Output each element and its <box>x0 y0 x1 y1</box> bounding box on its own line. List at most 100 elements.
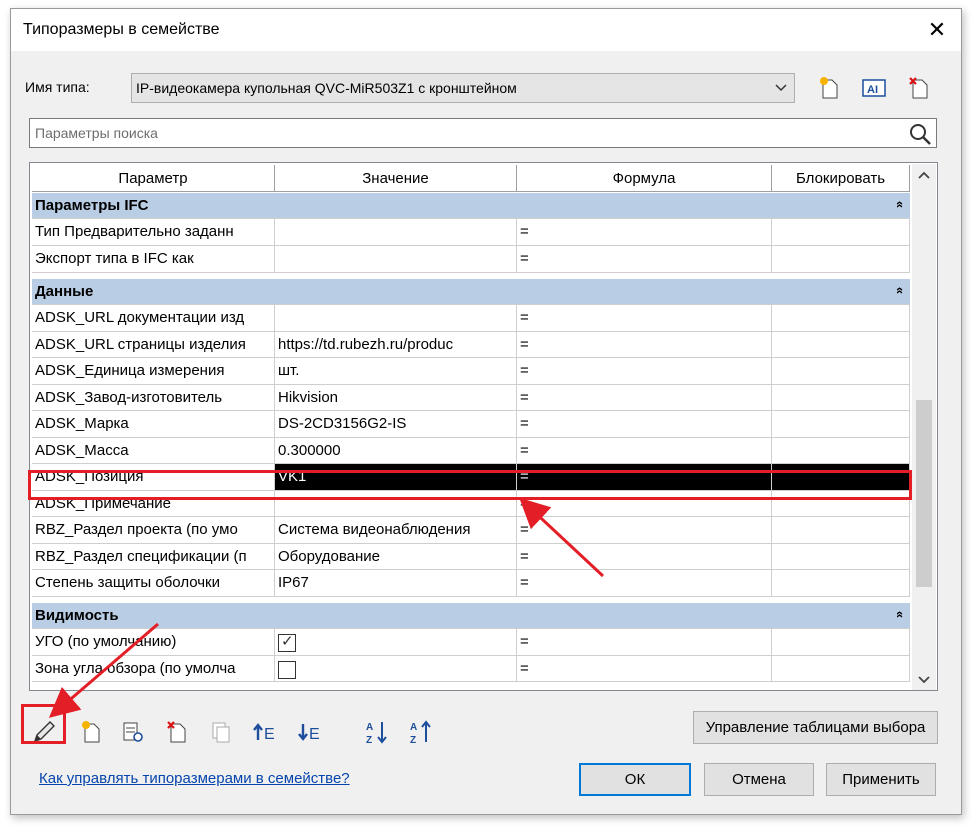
table-row[interactable]: RBZ_Раздел спецификации (п Оборудование … <box>32 543 910 570</box>
param-value[interactable]: Оборудование <box>275 543 517 570</box>
param-value[interactable] <box>275 305 517 332</box>
table-row[interactable]: ADSK_Масса 0.300000 = <box>32 437 910 464</box>
param-formula[interactable]: = <box>517 331 772 358</box>
delete-parameter-button[interactable] <box>163 718 191 746</box>
param-lock[interactable] <box>772 331 910 358</box>
param-name: ADSK_URL документации изд <box>32 305 275 332</box>
param-formula[interactable]: = <box>517 246 772 273</box>
param-value[interactable]: шт. <box>275 358 517 385</box>
move-down-button[interactable]: E <box>296 718 324 746</box>
param-lock[interactable] <box>772 570 910 597</box>
table-row[interactable]: ADSK_URL документации изд = <box>32 305 910 332</box>
param-formula[interactable]: = <box>517 358 772 385</box>
group-header-data[interactable]: Данные « <box>32 279 910 305</box>
scroll-down-icon[interactable] <box>912 667 936 691</box>
close-button[interactable]: ✕ <box>917 13 957 47</box>
param-lock[interactable] <box>772 437 910 464</box>
new-type-button[interactable] <box>816 75 842 101</box>
table-row[interactable]: ADSK_URL страницы изделия https://td.rub… <box>32 331 910 358</box>
table-row[interactable]: Зона угла обзора (по умолча = <box>32 655 910 682</box>
collapse-icon[interactable]: « <box>893 201 908 208</box>
table-row[interactable]: УГО (по умолчанию) ✓ = <box>32 629 910 656</box>
visibility-checkbox-checked[interactable]: ✓ <box>278 633 296 652</box>
delete-parameter-icon <box>167 721 186 743</box>
group-header-visibility[interactable]: Видимость « <box>32 603 910 629</box>
table-row[interactable]: Экспорт типа в IFC как = <box>32 246 910 273</box>
param-value[interactable]: 0.300000 <box>275 437 517 464</box>
param-lock[interactable] <box>772 517 910 544</box>
sort-descending-icon: AZ <box>410 720 431 745</box>
type-name-value: IP-видеокамера купольная QVC-MiR503Z1 с … <box>136 80 517 96</box>
param-formula[interactable]: = <box>517 629 772 656</box>
collapse-icon[interactable]: « <box>893 287 908 294</box>
svg-text:E: E <box>264 726 275 743</box>
move-up-icon: E <box>253 723 275 743</box>
copy-parameter-button[interactable] <box>207 718 235 746</box>
param-value[interactable]: https://td.rubezh.ru/produc <box>275 331 517 358</box>
column-header-parameter[interactable]: Параметр <box>32 165 275 192</box>
annotation-highlight-row <box>28 470 912 500</box>
sort-ascending-button[interactable]: AZ <box>363 718 391 746</box>
param-formula[interactable]: = <box>517 305 772 332</box>
param-formula[interactable]: = <box>517 411 772 438</box>
rename-icon: AI <box>862 79 886 97</box>
type-name-combo[interactable]: IP-видеокамера купольная QVC-MiR503Z1 с … <box>131 73 795 103</box>
table-row[interactable]: RBZ_Раздел проекта (по умо Система видео… <box>32 517 910 544</box>
table-row[interactable]: ADSK_Единица измерения шт. = <box>32 358 910 385</box>
param-lock[interactable] <box>772 629 910 656</box>
rename-type-button[interactable]: AI <box>861 75 887 101</box>
param-formula[interactable]: = <box>517 655 772 682</box>
param-lock[interactable] <box>772 411 910 438</box>
param-value[interactable] <box>275 219 517 246</box>
column-header-value[interactable]: Значение <box>275 165 517 192</box>
search-icon[interactable] <box>908 122 932 146</box>
param-value[interactable] <box>275 246 517 273</box>
param-formula[interactable]: = <box>517 384 772 411</box>
param-formula[interactable]: = <box>517 437 772 464</box>
new-parameter-button[interactable] <box>77 718 105 746</box>
param-formula[interactable]: = <box>517 543 772 570</box>
table-row[interactable]: ADSK_Марка DS-2CD3156G2-IS = <box>32 411 910 438</box>
move-up-button[interactable]: E <box>251 718 279 746</box>
param-formula[interactable]: = <box>517 219 772 246</box>
table-row[interactable]: ADSK_Завод-изготовитель Hikvision = <box>32 384 910 411</box>
column-header-lock[interactable]: Блокировать <box>772 165 910 192</box>
search-input[interactable]: Параметры поиска <box>35 125 158 141</box>
visibility-checkbox[interactable] <box>278 660 296 679</box>
param-value[interactable]: Система видеонаблюдения <box>275 517 517 544</box>
param-value[interactable]: DS-2CD3156G2-IS <box>275 411 517 438</box>
param-lock[interactable] <box>772 543 910 570</box>
param-name: RBZ_Раздел спецификации (п <box>32 543 275 570</box>
param-lock[interactable] <box>772 358 910 385</box>
param-formula[interactable]: = <box>517 570 772 597</box>
vertical-scrollbar[interactable] <box>912 164 936 691</box>
scrollbar-thumb[interactable] <box>916 400 932 587</box>
manage-lookup-tables-button[interactable]: Управление таблицами выбора <box>693 711 938 744</box>
param-lock[interactable] <box>772 655 910 682</box>
cancel-button[interactable]: Отмена <box>704 763 814 796</box>
delete-type-button[interactable] <box>906 75 932 101</box>
table-row[interactable]: Степень защиты оболочки IP67 = <box>32 570 910 597</box>
param-formula[interactable]: = <box>517 517 772 544</box>
param-value[interactable]: ✓ <box>275 629 517 656</box>
group-header-ifc[interactable]: Параметры IFC « <box>32 193 910 219</box>
param-lock[interactable] <box>772 384 910 411</box>
search-field[interactable]: Параметры поиска <box>29 118 937 148</box>
copy-icon <box>212 722 230 743</box>
scroll-up-icon[interactable] <box>912 164 936 188</box>
collapse-icon[interactable]: « <box>893 611 908 618</box>
param-value[interactable]: Hikvision <box>275 384 517 411</box>
ok-button[interactable]: ОК <box>579 763 691 796</box>
param-value[interactable]: IP67 <box>275 570 517 597</box>
help-link[interactable]: Как управлять типоразмерами в семействе? <box>39 770 350 787</box>
param-lock[interactable] <box>772 219 910 246</box>
param-value[interactable] <box>275 655 517 682</box>
column-header-formula[interactable]: Формула <box>517 165 772 192</box>
modify-parameter-button[interactable] <box>119 718 147 746</box>
table-row[interactable]: Тип Предварительно заданн = <box>32 219 910 246</box>
param-lock[interactable] <box>772 246 910 273</box>
sort-descending-button[interactable]: AZ <box>407 718 435 746</box>
param-lock[interactable] <box>772 305 910 332</box>
apply-button[interactable]: Применить <box>826 763 936 796</box>
param-name: Зона угла обзора (по умолча <box>32 655 275 682</box>
